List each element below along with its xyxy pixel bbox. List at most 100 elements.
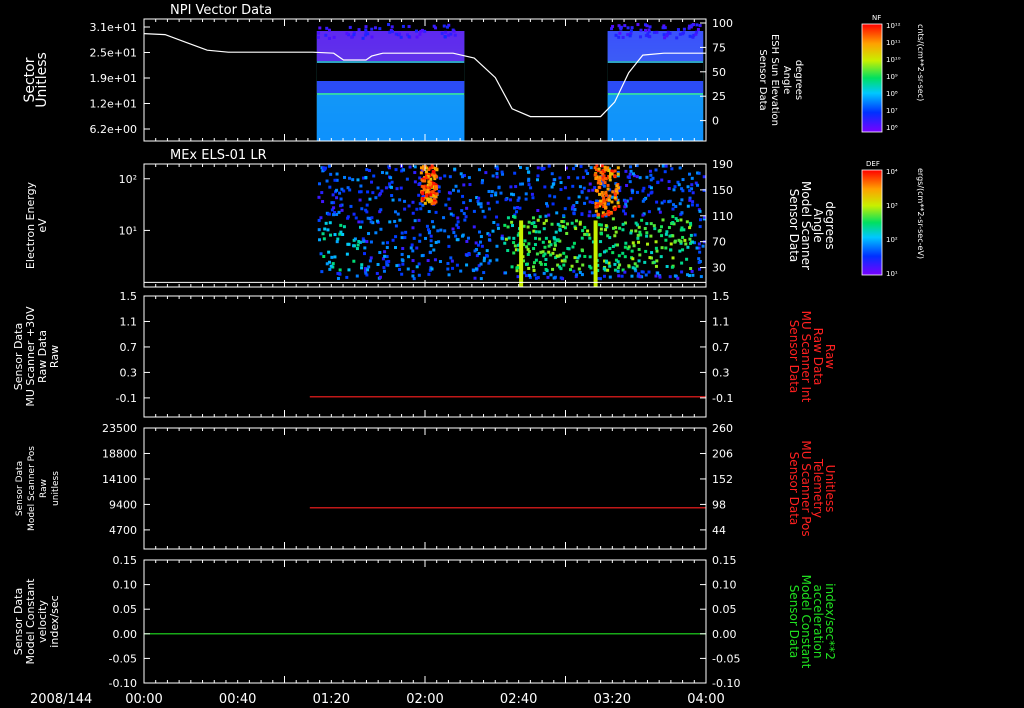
energy-spectrogram-pixel [509, 185, 513, 189]
energy-spectrogram-pixel [679, 228, 683, 232]
energy-spectrogram-pixel [659, 225, 663, 229]
energy-spectrogram-hotspot [593, 166, 597, 170]
energy-spectrogram-pixel [482, 271, 486, 275]
sector-spectrogram-pixel [619, 27, 623, 31]
energy-spectrogram-pixel [591, 188, 595, 192]
sector-spectrogram-pixel [652, 30, 656, 34]
energy-spectrogram-pixel [617, 254, 621, 258]
energy-spectrogram-pixel [544, 267, 548, 271]
energy-spectrogram-pixel [681, 235, 685, 239]
colorbar-def: DEF 10⁴ 10³ 10² 10¹ ergs/(cm**2-sr-sec-e… [861, 160, 925, 278]
energy-spectrogram-pixel [525, 166, 529, 170]
energy-spectrogram-pixel [323, 227, 327, 231]
energy-spectrogram-pixel [548, 194, 552, 198]
y-tick-label: 10¹ [119, 224, 137, 237]
energy-spectrogram-pixel [495, 200, 499, 204]
energy-spectrogram-pixel [378, 192, 382, 196]
energy-spectrogram-pixel [534, 236, 538, 240]
energy-spectrogram-pixel [391, 238, 395, 242]
energy-spectrogram-pixel [366, 268, 370, 272]
energy-spectrogram-pixel [527, 220, 531, 224]
energy-spectrogram-pixel [385, 241, 389, 245]
energy-spectrogram-pixel [442, 216, 446, 220]
energy-spectrogram-pixel [512, 251, 516, 255]
colorbar-nf-scale [861, 23, 883, 133]
energy-spectrogram-pixel [583, 201, 587, 205]
energy-spectrogram-pixel [326, 228, 330, 232]
energy-spectrogram-pixel [691, 191, 695, 195]
sector-spectrogram-band-lower [607, 95, 704, 141]
energy-spectrogram-pixel [436, 229, 440, 233]
energy-spectrogram-pixel [367, 232, 371, 236]
sector-spectrogram-band-mid [316, 81, 465, 93]
energy-spectrogram-pixel [333, 233, 337, 237]
energy-spectrogram-pixel [395, 264, 399, 268]
energy-spectrogram-pixel [574, 227, 578, 231]
energy-spectrogram-pixel [613, 262, 617, 266]
energy-spectrogram-pixel [656, 271, 660, 275]
energy-spectrogram-pixel [546, 275, 550, 279]
energy-spectrogram-pixel [328, 267, 332, 271]
energy-spectrogram-pixel [538, 237, 542, 241]
energy-spectrogram-pixel [403, 199, 407, 203]
energy-spectrogram-pixel [691, 240, 695, 244]
energy-spectrogram-pixel [548, 240, 552, 244]
energy-spectrogram-pixel [642, 198, 646, 202]
y-axis-label: index/sec [48, 595, 61, 647]
energy-spectrogram-pixel [676, 276, 680, 280]
energy-spectrogram-pixel [479, 205, 483, 209]
energy-spectrogram-pixel [600, 232, 604, 236]
energy-spectrogram-pixel [437, 240, 441, 244]
energy-spectrogram-pixel [337, 210, 341, 214]
sector-spectrogram-band-lower [316, 95, 465, 141]
y-tick-label: 9400 [109, 498, 137, 511]
sector-spectrogram-pixel [407, 25, 411, 29]
energy-spectrogram-pixel [532, 268, 536, 272]
energy-spectrogram-pixel [504, 237, 508, 241]
energy-spectrogram-pixel [479, 277, 483, 281]
right-y-tick-label: 152 [712, 473, 733, 486]
energy-spectrogram-pixel [551, 202, 555, 206]
energy-spectrogram-pixel [544, 214, 548, 218]
energy-spectrogram-pixel [535, 252, 539, 256]
energy-spectrogram-pixel [659, 255, 663, 259]
energy-spectrogram-hotspot [421, 197, 425, 201]
energy-spectrogram-pixel [648, 256, 652, 260]
energy-spectrogram-pixel [689, 233, 693, 237]
energy-spectrogram-pixel [680, 261, 684, 265]
energy-spectrogram-hotspot [435, 192, 439, 196]
energy-spectrogram-pixel [630, 274, 634, 278]
energy-spectrogram-pixel [403, 207, 407, 211]
colorbar-def-tick: 10³ [886, 202, 898, 210]
sector-spectrogram-pixel [696, 28, 700, 32]
sector-spectrogram-pixel [348, 25, 352, 29]
energy-spectrogram-pixel [413, 219, 417, 223]
energy-spectrogram-pixel [418, 239, 422, 243]
energy-spectrogram-pixel [473, 276, 477, 280]
panel-frame [143, 427, 707, 550]
y-tick-label: 1.2e+01 [90, 98, 137, 111]
energy-spectrogram-pixel [663, 170, 667, 174]
energy-spectrogram-hotspot [604, 168, 608, 172]
energy-spectrogram-pixel [536, 276, 540, 280]
energy-spectrogram-pixel [394, 224, 398, 228]
energy-spectrogram-pixel [658, 228, 662, 232]
energy-spectrogram-pixel [580, 212, 584, 216]
energy-spectrogram-pixel [649, 234, 653, 238]
energy-spectrogram-pixel [626, 175, 630, 179]
energy-spectrogram-pixel [575, 259, 579, 263]
energy-spectrogram-pixel [677, 183, 681, 187]
energy-spectrogram-pixel [559, 181, 563, 185]
right-y-tick-label: 260 [712, 422, 733, 435]
energy-spectrogram-hotspot [617, 204, 621, 208]
energy-spectrogram-pixel [652, 224, 656, 228]
energy-spectrogram-pixel [349, 204, 353, 208]
energy-spectrogram-pixel [621, 222, 625, 226]
sector-spectrogram-pixel [690, 23, 694, 27]
energy-spectrogram-pixel [328, 221, 332, 225]
energy-spectrogram-pixel [623, 212, 627, 216]
energy-spectrogram-pixel [530, 192, 534, 196]
energy-spectrogram-pixel [527, 183, 531, 187]
energy-spectrogram-pixel [394, 210, 398, 214]
energy-spectrogram-hotspot [426, 186, 430, 190]
